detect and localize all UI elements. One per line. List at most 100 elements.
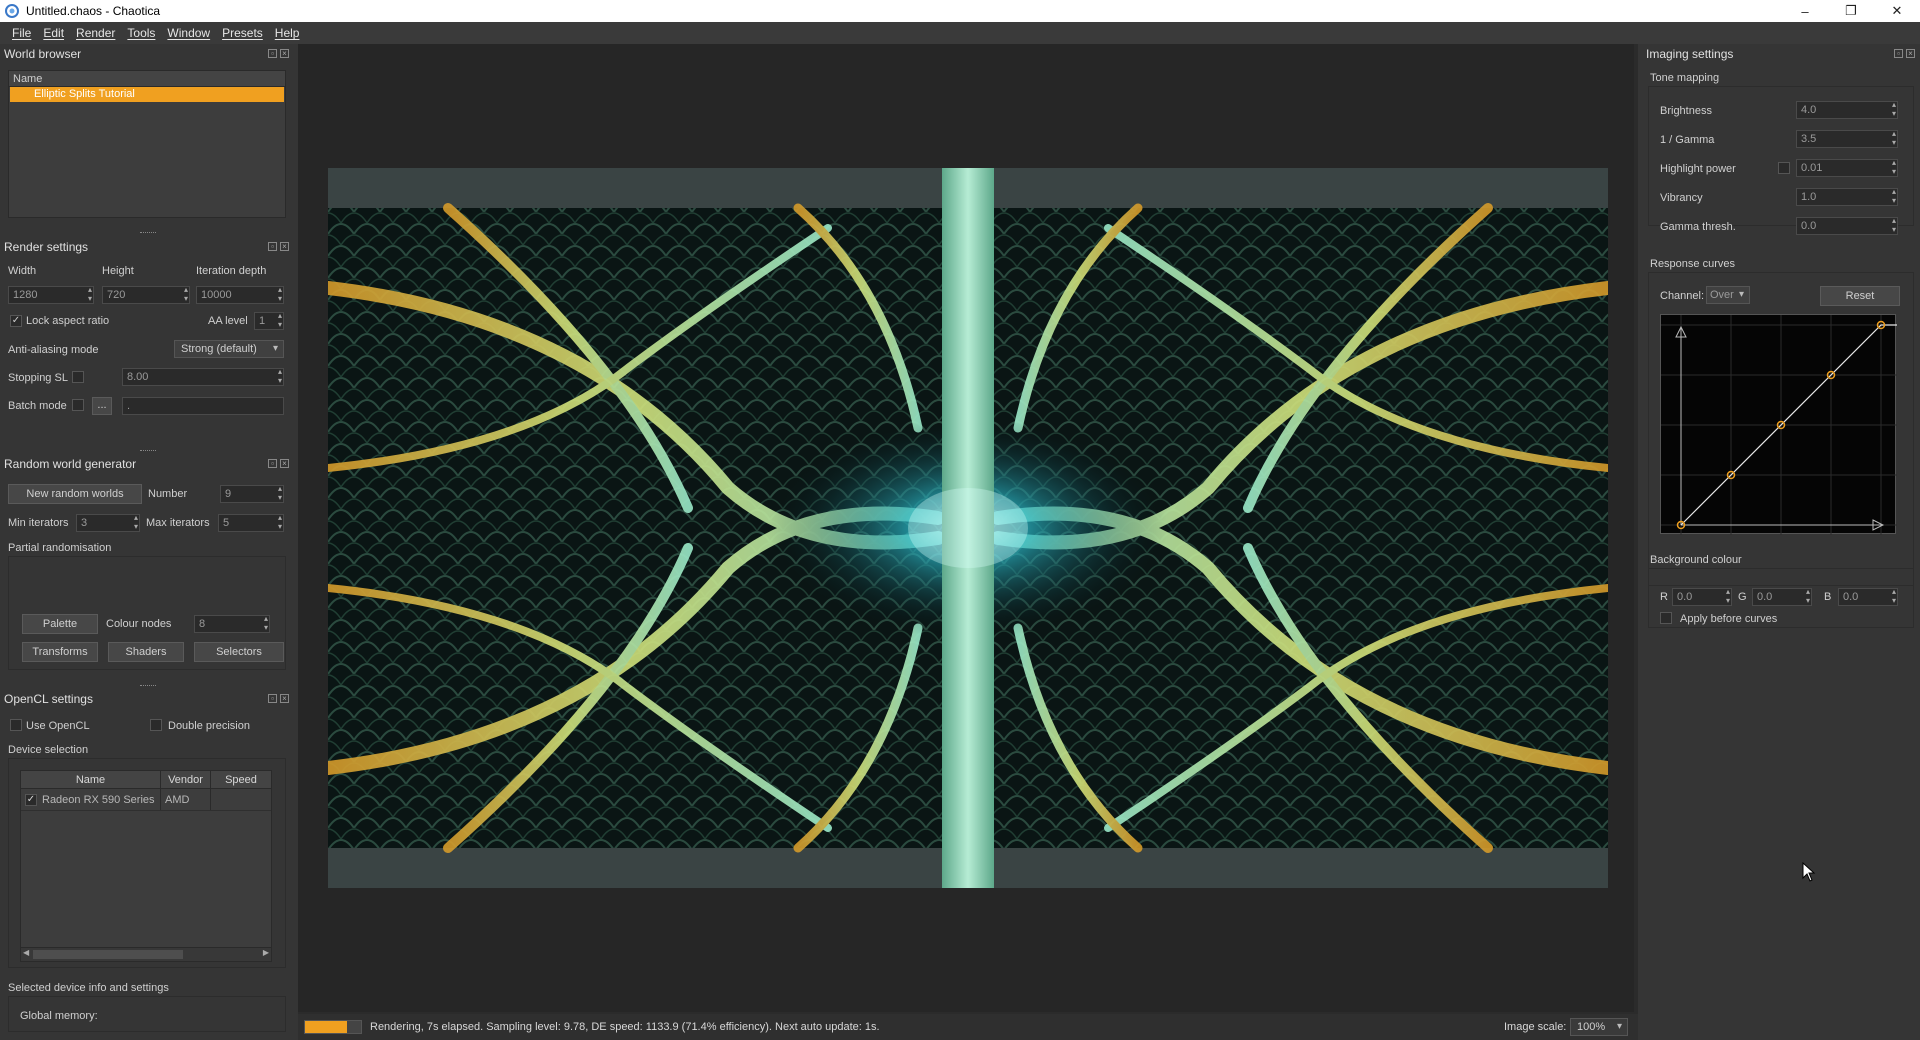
aa-mode-select[interactable]: Strong (default) [174,340,284,358]
batch-browse-button[interactable]: ... [92,397,112,415]
scroll-left-icon[interactable]: ◀ [23,948,29,957]
world-list[interactable]: Name Elliptic Splits Tutorial [8,70,286,218]
number-field[interactable]: 9 [220,484,284,503]
highlight-power-label: Highlight power [1660,163,1736,175]
horizontal-scrollbar[interactable]: ◀ ▶ [21,947,271,961]
b-label: B [1824,591,1832,603]
column-speed[interactable]: Speed [211,771,271,788]
float-icon[interactable]: ▫ [268,242,277,251]
palette-button[interactable]: Palette [22,614,98,634]
partial-randomisation-label: Partial randomisation [8,542,112,554]
float-icon[interactable]: ▫ [268,459,277,468]
device-selection-label: Device selection [8,744,89,756]
gamma-field[interactable]: 3.5 [1796,129,1898,148]
menu-tools[interactable]: Tools [121,26,161,40]
lock-aspect-checkbox[interactable]: ✓ [10,315,22,327]
world-list-header[interactable]: Name [9,71,285,87]
menu-render[interactable]: Render [70,26,121,40]
close-icon[interactable]: × [1906,49,1915,58]
global-memory-label: Global memory: [20,1010,98,1022]
menu-help[interactable]: Help [269,26,306,40]
menu-edit[interactable]: Edit [37,26,70,40]
vibrancy-label: Vibrancy [1660,192,1703,204]
highlight-power-field[interactable]: 0.01 [1796,158,1898,177]
apply-before-curves-checkbox[interactable] [1660,612,1672,624]
opencl-dock-controls: ▫ × [268,694,289,703]
aa-level-label: AA level [208,315,248,327]
gamma-thresh-field[interactable]: 0.0 [1796,216,1898,235]
number-label: Number [148,488,188,500]
right-dock: Imaging settings ▫ × Tone mapping Brightn… [1638,44,1920,1040]
stopping-sl-checkbox[interactable] [72,371,84,383]
world-list-item[interactable]: Elliptic Splits Tutorial [10,87,284,102]
close-icon[interactable]: × [280,49,289,58]
float-icon[interactable]: ▫ [1894,49,1903,58]
apply-before-curves-label: Apply before curves [1680,613,1778,625]
r-label: R [1660,591,1668,603]
highlight-power-checkbox[interactable] [1778,162,1790,174]
menu-file[interactable]: File [6,26,37,40]
colour-nodes-field[interactable]: 8 [194,614,270,633]
scrollbar-thumb[interactable] [33,950,183,959]
width-field[interactable]: 1280 [8,285,94,304]
height-field[interactable]: 720 [102,285,190,304]
image-scale-select[interactable]: 100% [1570,1018,1628,1036]
transforms-button[interactable]: Transforms [22,642,98,662]
max-iterators-field[interactable]: 5 [218,513,284,532]
curve-graph [1661,315,1897,535]
table-row[interactable]: ✓ Radeon RX 590 Series AMD [21,789,271,811]
menu-window[interactable]: Window [161,26,216,40]
iteration-depth-field[interactable]: 10000 [196,285,284,304]
double-precision-checkbox[interactable] [150,719,162,731]
close-icon[interactable]: × [280,459,289,468]
column-name[interactable]: Name [21,771,161,788]
device-checkbox[interactable]: ✓ [25,793,37,806]
resize-grip[interactable] [140,450,156,452]
vibrancy-field[interactable]: 1.0 [1796,187,1898,206]
response-curves-label: Response curves [1650,258,1735,270]
batch-path-field[interactable]: . [122,397,284,415]
batch-mode-checkbox[interactable] [72,399,84,411]
title-bar: Untitled.chaos - Chaotica – ❐ ✕ [0,0,1920,22]
float-icon[interactable]: ▫ [268,694,277,703]
brightness-field[interactable]: 4.0 [1796,100,1898,119]
fractal-render [328,168,1608,888]
brightness-label: Brightness [1660,105,1712,117]
close-icon[interactable]: × [280,694,289,703]
restore-button[interactable]: ❐ [1828,0,1874,22]
render-settings-dock-controls: ▫ × [268,242,289,251]
use-opencl-label: Use OpenCL [26,720,90,732]
channel-label: Channel: [1660,290,1705,302]
minimize-button[interactable]: – [1782,0,1828,22]
background-b-field[interactable]: 0.0 [1838,587,1898,606]
stopping-sl-field[interactable]: 8.00 [122,367,284,386]
selectors-button[interactable]: Selectors [194,642,284,662]
double-precision-label: Double precision [168,720,250,732]
menu-presets[interactable]: Presets [216,26,269,40]
device-name: Radeon RX 590 Series [42,793,155,806]
new-random-worlds-button[interactable]: New random worlds [8,484,142,504]
lock-aspect-label: Lock aspect ratio [26,315,110,327]
device-table[interactable]: Name Vendor Speed ✓ Radeon RX 590 Series… [20,770,272,962]
background-r-field[interactable]: 0.0 [1672,587,1732,606]
shaders-button[interactable]: Shaders [108,642,184,662]
float-icon[interactable]: ▫ [268,49,277,58]
device-table-header: Name Vendor Speed [21,771,271,789]
aa-level-field[interactable]: 1 [254,311,284,330]
response-curve-editor[interactable] [1660,314,1897,535]
use-opencl-checkbox[interactable] [10,719,22,731]
close-button[interactable]: ✕ [1874,0,1920,22]
reset-curves-button[interactable]: Reset [1820,286,1900,306]
menu-bar: File Edit Render Tools Window Presets He… [0,22,1920,44]
background-g-field[interactable]: 0.0 [1752,587,1812,606]
device-speed [211,789,271,810]
column-vendor[interactable]: Vendor [161,771,211,788]
scroll-right-icon[interactable]: ▶ [263,948,269,957]
stopping-sl-label: Stopping SL [8,372,68,384]
resize-grip[interactable] [140,685,156,687]
resize-grip[interactable] [140,232,156,234]
aa-mode-label: Anti-aliasing mode [8,344,99,356]
channel-select[interactable]: Over [1706,286,1750,304]
close-icon[interactable]: × [280,242,289,251]
min-iterators-field[interactable]: 3 [76,513,140,532]
